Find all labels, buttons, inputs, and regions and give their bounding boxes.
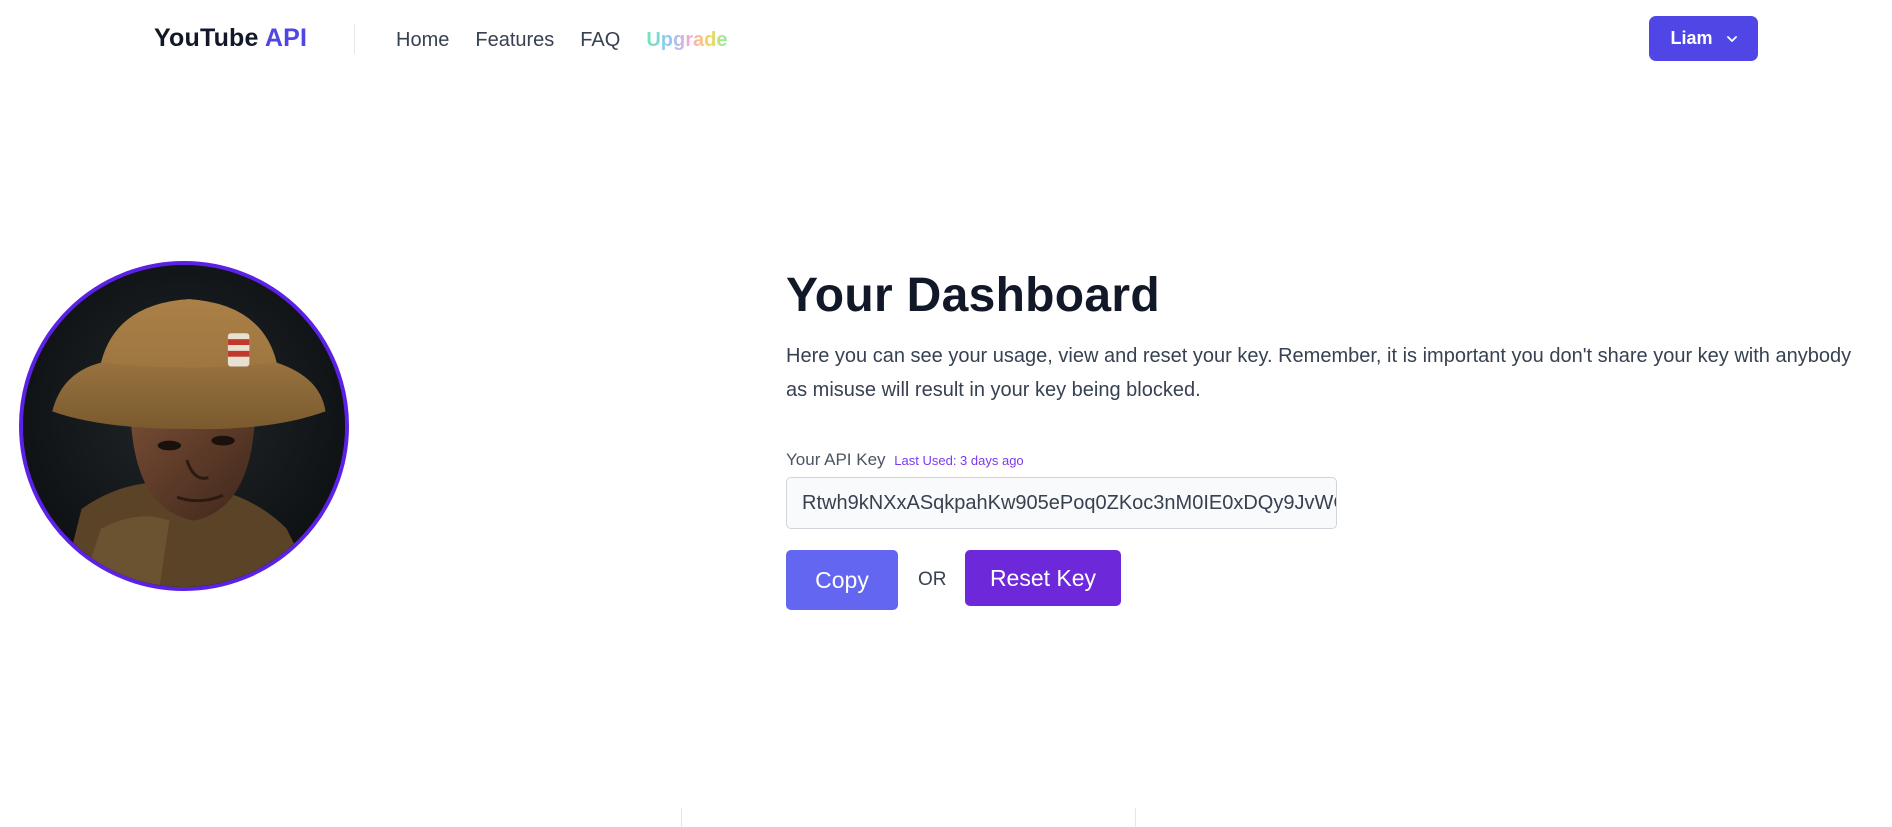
soldier-portrait-image	[23, 265, 345, 587]
reset-key-button[interactable]: Reset Key	[965, 550, 1121, 606]
user-name: Liam	[1670, 28, 1713, 48]
nav-link-faq[interactable]: FAQ	[580, 29, 620, 52]
last-used-text: Last Used: 3 days ago	[894, 453, 1024, 468]
footer-divider-left	[681, 808, 682, 827]
footer-divider-right	[1135, 808, 1136, 827]
user-menu-button[interactable]: Liam	[1649, 16, 1758, 61]
api-key-field[interactable]: Rtwh9kNXxASqkpahKw905ePoq0ZKoc3nM0IE0xDQ…	[786, 477, 1337, 529]
page-title: Your Dashboard	[786, 269, 1161, 322]
page-description: Here you can see your usage, view and re…	[786, 345, 1852, 401]
api-key-label-text: Your API Key	[786, 450, 886, 469]
nav-link-upgrade[interactable]: Upgrade	[646, 29, 727, 52]
nav-link-features[interactable]: Features	[475, 29, 554, 52]
brand-name: YouTube	[154, 24, 259, 52]
chevron-down-icon	[1726, 35, 1737, 42]
brand-accent: API	[264, 24, 308, 52]
nav-divider	[354, 24, 355, 54]
copy-button[interactable]: Copy	[786, 550, 898, 610]
api-key-label: Your API Key Last Used: 3 days ago	[786, 450, 1024, 470]
or-separator: OR	[918, 569, 947, 590]
nav-links: Home Features FAQ Upgrade	[396, 29, 753, 52]
profile-avatar	[19, 261, 349, 591]
navbar: YouTube API Home Features FAQ Upgrade Li…	[0, 0, 1892, 80]
brand-logo[interactable]: YouTube API	[154, 24, 307, 53]
page: YouTube API Home Features FAQ Upgrade Li…	[0, 0, 1892, 827]
nav-link-home[interactable]: Home	[396, 29, 449, 52]
